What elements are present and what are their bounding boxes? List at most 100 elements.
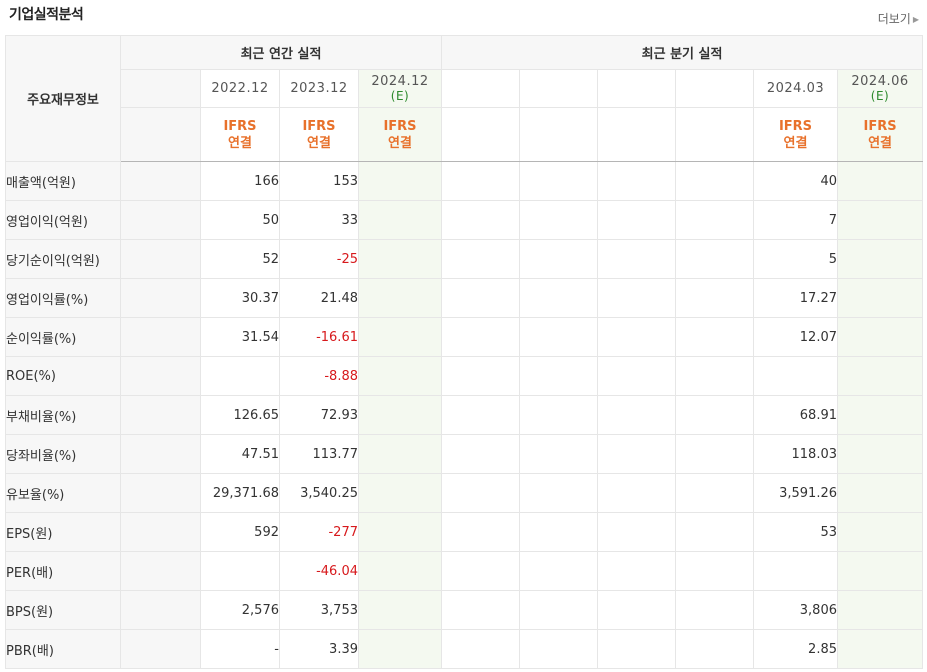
annual-group-header: 최근 연간 실적: [120, 35, 442, 70]
value-cell: [441, 512, 520, 552]
period-cell: 2023.12: [279, 69, 359, 108]
value-cell: [120, 239, 201, 279]
value-cell: 7: [753, 200, 838, 240]
value-cell: [519, 590, 598, 630]
value-cell: [358, 278, 442, 318]
header-row-ifrs: IFRS 연결 IFRS 연결 IFRS 연결 IFRS 연결 IFRS 연결: [6, 107, 924, 162]
value-cell: [358, 161, 442, 201]
value-cell: [597, 395, 676, 435]
value-cell: [120, 512, 201, 552]
value-cell: [836, 239, 924, 279]
value-cell: 72.93: [279, 395, 359, 435]
ifrs-cell: IFRS 연결: [836, 107, 924, 162]
financial-table: 주요재무정보 최근 연간 실적 최근 분기 실적 2022.12 2023.12…: [5, 35, 924, 669]
value-cell: 29,371.68: [200, 473, 280, 513]
value-cell: [597, 317, 676, 357]
ifrs-cell-empty: [120, 107, 201, 162]
value-cell: [675, 395, 754, 435]
value-cell: [358, 473, 442, 513]
value-cell: [753, 551, 838, 591]
value-cell: [597, 239, 676, 279]
period-cell: 2022.12: [200, 69, 280, 108]
value-cell: 2.85: [753, 629, 838, 669]
value-cell: [675, 629, 754, 669]
value-cell: [597, 278, 676, 318]
table-row: 매출액(억원) 166 153 40: [5, 161, 924, 201]
row-label: PER(배): [5, 551, 121, 591]
value-cell: [519, 356, 598, 396]
header-row-groups: 주요재무정보 최근 연간 실적 최근 분기 실적: [5, 35, 924, 162]
value-cell: [358, 512, 442, 552]
value-cell: 5: [753, 239, 838, 279]
value-cell: [836, 356, 924, 396]
more-link[interactable]: 더보기 ▶: [878, 10, 919, 27]
header-row-periods: 2022.12 2023.12 2024.12 (E) 2024.03 2024.…: [6, 69, 924, 108]
value-cell: 17.27: [753, 278, 838, 318]
value-cell: [675, 512, 754, 552]
value-cell: 3,806: [753, 590, 838, 630]
value-cell: [675, 239, 754, 279]
value-cell: [597, 434, 676, 474]
value-cell: [120, 161, 201, 201]
period-cell-estimate: 2024.06 (E): [836, 69, 924, 108]
table-row: 영업이익(억원) 50 33 7: [5, 200, 924, 240]
value-cell: 31.54: [200, 317, 280, 357]
value-cell: 53: [753, 512, 838, 552]
value-cell: [675, 200, 754, 240]
value-cell: 52: [200, 239, 280, 279]
ifrs-sub-label: 연결: [388, 135, 412, 151]
value-cell: [441, 395, 520, 435]
value-cell: [519, 551, 598, 591]
value-cell: [836, 161, 924, 201]
value-cell: [120, 434, 201, 474]
value-cell: [836, 551, 924, 591]
value-cell: [358, 200, 442, 240]
period-label: 2024.06: [851, 74, 909, 89]
value-cell: [358, 434, 442, 474]
value-cell: [675, 551, 754, 591]
value-cell: 3,753: [279, 590, 359, 630]
table-row: 당좌비율(%) 47.51 113.77 118.03: [5, 434, 924, 474]
ifrs-label: IFRS: [223, 118, 257, 134]
value-cell: [519, 395, 598, 435]
table-row: ROE(%) -8.88: [5, 356, 924, 396]
estimate-mark: (E): [870, 89, 890, 103]
table-row: BPS(원) 2,576 3,753 3,806: [5, 590, 924, 630]
row-label: 영업이익(억원): [5, 200, 121, 240]
table-row: PER(배) -46.04: [5, 551, 924, 591]
value-cell: -8.88: [279, 356, 359, 396]
value-cell: [836, 278, 924, 318]
period-cell: [597, 69, 676, 108]
value-cell: [120, 200, 201, 240]
row-label: 순이익률(%): [5, 317, 121, 357]
value-cell: 2,576: [200, 590, 280, 630]
value-cell: -277: [279, 512, 359, 552]
row-label: 매출액(억원): [5, 161, 121, 201]
value-cell: [120, 473, 201, 513]
value-cell: [675, 278, 754, 318]
ifrs-cell: IFRS 연결: [358, 107, 442, 162]
value-cell: 592: [200, 512, 280, 552]
value-cell: [120, 551, 201, 591]
value-cell: [441, 473, 520, 513]
row-label: 영업이익률(%): [5, 278, 121, 318]
value-cell: [519, 629, 598, 669]
value-cell: [358, 239, 442, 279]
value-cell: [441, 317, 520, 357]
value-cell: [441, 356, 520, 396]
value-cell: [836, 395, 924, 435]
table-row: EPS(원) 592 -277 53: [5, 512, 924, 552]
value-cell: [358, 395, 442, 435]
value-cell: [836, 317, 924, 357]
value-cell: [120, 356, 201, 396]
value-cell: 3,540.25: [279, 473, 359, 513]
row-label: 유보율(%): [5, 473, 121, 513]
value-cell: [358, 590, 442, 630]
value-cell: [836, 512, 924, 552]
value-cell: [675, 473, 754, 513]
period-label: 2024.12: [371, 74, 429, 89]
ifrs-cell-empty: [519, 107, 598, 162]
value-cell: [519, 239, 598, 279]
ifrs-cell-empty: [675, 107, 754, 162]
value-cell: [836, 434, 924, 474]
